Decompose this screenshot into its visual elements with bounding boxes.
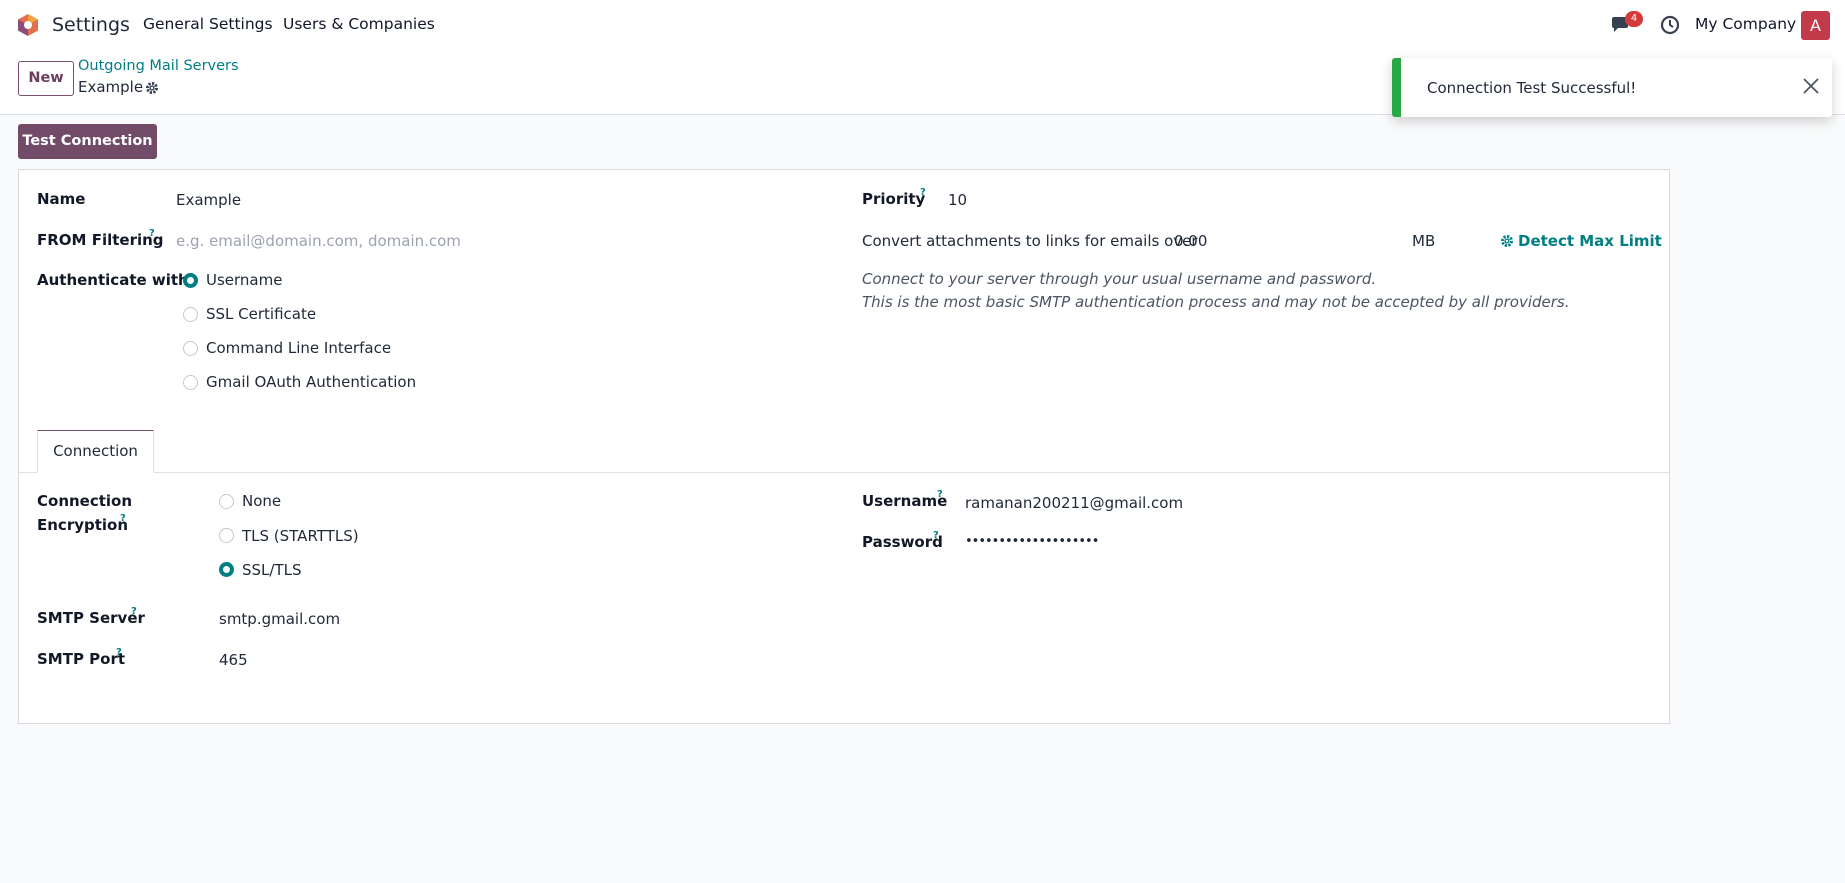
help-icon[interactable]: ? xyxy=(933,530,939,541)
attachment-limit-field[interactable]: 0.00 xyxy=(1174,232,1207,250)
detect-max-limit-button[interactable]: Detect Max Limit xyxy=(1518,232,1662,250)
name-label: Name xyxy=(37,190,86,208)
from-filtering-label: FROM Filtering xyxy=(37,231,164,249)
gear-icon[interactable] xyxy=(145,81,159,95)
radio-label-username[interactable]: Username xyxy=(206,271,282,289)
attachment-unit: MB xyxy=(1412,232,1436,250)
notification-message: Connection Test Successful! xyxy=(1427,79,1637,97)
radio-auth-ssl-certificate[interactable] xyxy=(183,307,198,322)
help-icon[interactable]: ? xyxy=(937,489,943,500)
attachment-limit-label: Convert attachments to links for emails … xyxy=(862,232,1198,250)
odoo-logo-icon[interactable] xyxy=(16,13,40,37)
connection-encryption-label: Connection xyxy=(37,492,133,510)
company-switcher[interactable]: My Company xyxy=(1695,15,1796,33)
radio-label-ssl-certificate[interactable]: SSL Certificate xyxy=(206,305,316,323)
smtp-port-label: SMTP Port xyxy=(37,650,126,668)
radio-auth-gmail-oauth[interactable] xyxy=(183,375,198,390)
radio-label-ssl-tls[interactable]: SSL/TLS xyxy=(242,561,302,579)
priority-field[interactable]: 10 xyxy=(948,191,967,209)
success-notification: Connection Test Successful! xyxy=(1392,58,1832,117)
from-filtering-input[interactable]: e.g. email@domain.com, domain.com xyxy=(176,232,461,250)
breadcrumb-outgoing-mail-servers[interactable]: Outgoing Mail Servers xyxy=(78,58,239,74)
username-field[interactable]: ramanan200211@gmail.com xyxy=(965,494,1183,512)
radio-encryption-ssl-tls[interactable] xyxy=(219,562,234,577)
help-icon[interactable]: ? xyxy=(920,187,926,198)
gear-icon[interactable] xyxy=(1500,234,1514,248)
radio-label-starttls[interactable]: TLS (STARTTLS) xyxy=(242,527,359,545)
radio-label-gmail-oauth[interactable]: Gmail OAuth Authentication xyxy=(206,373,416,391)
menu-users-companies[interactable]: Users & Companies xyxy=(283,15,435,33)
radio-encryption-starttls[interactable] xyxy=(219,528,234,543)
help-icon[interactable]: ? xyxy=(149,228,155,239)
connection-encryption-label-2: Encryption xyxy=(37,516,129,534)
priority-label: Priority xyxy=(862,190,926,208)
radio-auth-username[interactable] xyxy=(183,273,198,288)
username-label: Username xyxy=(862,492,948,510)
top-navbar: Settings General Settings Users & Compan… xyxy=(0,0,1845,50)
test-connection-button[interactable]: Test Connection xyxy=(18,124,157,159)
form-sheet: Name Example FROM Filtering ? e.g. email… xyxy=(18,169,1670,724)
chat-badge: 4 xyxy=(1625,11,1643,27)
app-name[interactable]: Settings xyxy=(52,14,130,36)
radio-label-cli[interactable]: Command Line Interface xyxy=(206,339,391,357)
authenticate-with-label: Authenticate with xyxy=(37,271,189,289)
radio-encryption-none[interactable] xyxy=(219,494,234,509)
name-field[interactable]: Example xyxy=(176,191,241,209)
help-icon[interactable]: ? xyxy=(116,647,122,658)
new-button[interactable]: New xyxy=(18,61,74,96)
help-icon[interactable]: ? xyxy=(131,606,137,617)
clock-icon[interactable] xyxy=(1660,15,1680,35)
avatar[interactable]: A xyxy=(1801,11,1830,40)
radio-label-none[interactable]: None xyxy=(242,492,281,510)
menu-general-settings[interactable]: General Settings xyxy=(143,15,273,33)
close-icon[interactable] xyxy=(1802,77,1820,95)
smtp-server-label: SMTP Server xyxy=(37,609,145,627)
tab-connection[interactable]: Connection xyxy=(37,430,154,473)
auth-description-line-2: This is the most basic SMTP authenticati… xyxy=(862,293,1570,311)
smtp-server-field[interactable]: smtp.gmail.com xyxy=(219,610,340,628)
smtp-port-field[interactable]: 465 xyxy=(219,651,248,669)
radio-auth-cli[interactable] xyxy=(183,341,198,356)
password-field[interactable]: •••••••••••••••••••• xyxy=(965,534,1099,549)
tab-divider xyxy=(19,472,1669,473)
help-icon[interactable]: ? xyxy=(120,513,126,524)
password-label: Password xyxy=(862,533,943,551)
breadcrumb-current: Example xyxy=(78,78,144,96)
auth-description-line-1: Connect to your server through your usua… xyxy=(862,270,1377,288)
